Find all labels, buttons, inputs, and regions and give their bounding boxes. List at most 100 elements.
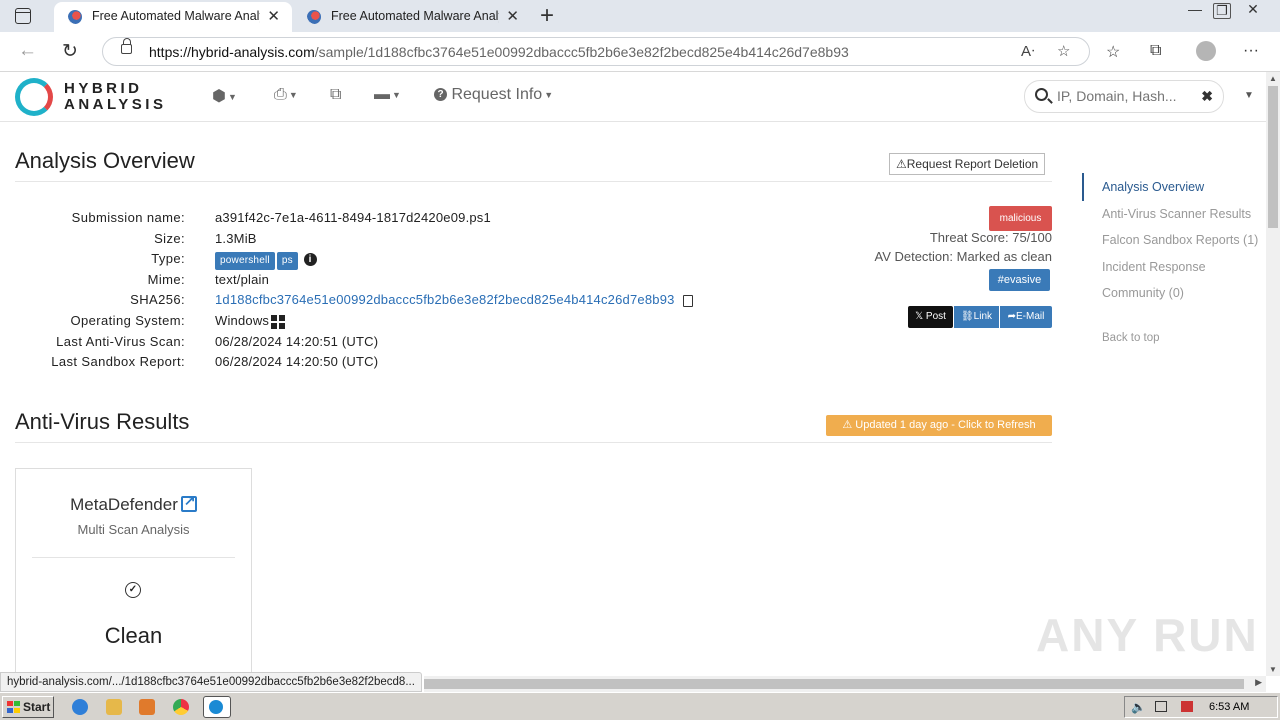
submission-name-value: a391f42c-7e1a-4611-8494-1817d2420e09.ps1 [215,210,491,225]
scroll-right-icon[interactable]: ▶ [1255,677,1262,688]
status-bar-url: hybrid-analysis.com/.../1d188cfbc3764e51… [0,672,422,692]
x-logo-icon: 𝕏 [915,311,924,322]
info-icon[interactable]: i [303,253,317,267]
evasive-tag[interactable]: #evasive [989,269,1050,291]
detail-label: Last Sandbox Report: [51,354,185,370]
copy-icon: ⧉ [330,86,342,103]
restore-button[interactable]: ❐ [1213,3,1231,19]
tab-2[interactable]: Free Automated Malware Analy ✕ [293,2,531,32]
url-text[interactable]: https://hybrid-analysis.com/sample/1d188… [149,44,849,60]
scrollbar-thumb[interactable] [424,679,1244,689]
back-to-top-link[interactable]: Back to top [1102,332,1160,344]
tab-actions-icon[interactable] [15,8,31,24]
detail-label: Size: [154,230,185,246]
search-input[interactable] [1057,88,1197,104]
close-tab-icon[interactable]: ✕ [267,7,280,25]
file-upload-icon: ⎙ [274,86,287,103]
clipboard-icon[interactable] [682,294,693,307]
sidebar-item-falcon-sandbox-reports[interactable]: Falcon Sandbox Reports (1) [1102,233,1258,247]
address-bar[interactable]: https://hybrid-analysis.com/sample/1d188… [102,37,1090,66]
network-icon[interactable] [1155,701,1167,712]
section-divider [15,442,1052,443]
chrome-icon[interactable] [173,699,189,715]
start-button[interactable]: Start [2,696,54,718]
site-header: HYBRID ANALYSIS ⬢ ▼ ⎙ ▼ ⧉ ▬ ▼ ? Request Inf… [0,72,1266,122]
type-badge[interactable]: ps [276,252,298,271]
folder-icon: ▬ [374,86,390,103]
external-link-icon[interactable] [180,492,197,512]
request-deletion-button[interactable]: ⚠Request Report Deletion [889,153,1046,175]
security-icon[interactable] [1181,701,1193,712]
site-logo[interactable]: HYBRID ANALYSIS [64,81,166,113]
request-info-menu[interactable]: ? Request Info ▼ [434,86,553,104]
scrollbar-thumb[interactable] [1268,86,1278,228]
add-favorite-icon[interactable]: ☆ [1057,42,1070,60]
folder-menu[interactable]: ▬ ▼ [374,86,401,104]
request-deletion-label: Request Report Deletion [906,157,1039,171]
refresh-icon[interactable]: ↻ [62,40,78,63]
analysis-overview-heading: Analysis Overview [15,148,195,173]
lock-icon[interactable] [121,38,132,54]
detail-label: Type: [151,251,185,267]
search-box: ✖ [1024,80,1224,113]
close-tab-icon[interactable]: ✕ [506,7,519,25]
collections-icon[interactable]: ⧉ [1150,42,1161,60]
av-engine-subtitle: Multi Scan Analysis [77,522,190,537]
av-result: Clean [104,623,163,648]
size-value: 1.3MiB [215,230,257,246]
new-tab-button[interactable]: + [540,2,554,30]
profile-avatar[interactable] [1196,41,1216,61]
search-icon[interactable] [1035,88,1048,101]
type-value: powershell ps i [215,249,317,271]
more-menu-icon[interactable]: ··· [1243,42,1259,60]
upload-menu[interactable]: ⎙ ▼ [274,86,298,104]
av-results-heading: Anti-Virus Results [15,409,190,434]
share-link-button[interactable]: ⛓Link [954,306,999,328]
section-divider [15,181,1052,182]
share-email-label: E-Mail [1016,311,1045,322]
sha256-link[interactable]: 1d188cfbc3764e51e00992dbaccc5fb2b6e3e82f… [215,292,675,307]
clear-search-icon[interactable]: ✖ [1201,88,1213,105]
share-link-label: Link [973,311,993,322]
refresh-label: Updated 1 day ago - Click to Refresh [855,419,1036,431]
av-detection: AV Detection: Marked as clean [874,249,1052,264]
sidebar-item-av-scanner-results[interactable]: Anti-Virus Scanner Results [1102,207,1251,221]
share-email-button[interactable]: ➦E-Mail [1000,306,1052,328]
sidebar-item-analysis-overview[interactable]: Analysis Overview [1102,180,1204,194]
page-scrollbar[interactable]: ▲ ▼ [1266,72,1280,676]
ie-icon[interactable] [72,699,88,715]
volume-icon[interactable]: 🔈 [1131,700,1146,714]
tab-1[interactable]: Free Automated Malware Analy ✕ [54,2,292,32]
question-icon: ? [434,88,447,102]
windows-flag-icon [7,701,20,713]
type-badge[interactable]: powershell [215,252,275,271]
read-aloud-icon[interactable]: Aᐧ [1021,42,1035,60]
logo-line-1: HYBRID [64,80,143,97]
horizontal-scrollbar[interactable]: ▶ [424,676,1266,692]
tab-title: Free Automated Malware Analy [92,9,260,23]
close-window-button[interactable]: ✕ [1244,2,1262,19]
sandbox-menu[interactable]: ⬢ ▼ [212,86,237,106]
scroll-down-icon[interactable]: ▼ [1269,665,1277,674]
warning-icon: ⚠ [842,419,853,431]
favorites-icon[interactable]: ☆ [1106,42,1120,62]
chevron-down-icon[interactable]: ▼ [1244,90,1254,101]
compare-button[interactable]: ⧉ [330,86,341,104]
minimize-button[interactable]: — [1186,2,1204,19]
metadefender-card: MetaDefender Multi Scan Analysis ✓ Clean [15,468,252,678]
system-tray: 🔈 6:53 AM [1124,696,1278,718]
refresh-button[interactable]: ⚠ Updated 1 day ago - Click to Refresh [826,415,1052,436]
watermark: ANY RUN [1036,609,1259,661]
link-icon: ⛓ [960,311,974,322]
mime-value: text/plain [215,271,270,287]
scroll-up-icon[interactable]: ▲ [1269,74,1277,83]
explorer-icon[interactable] [106,699,122,715]
tab-title: Free Automated Malware Analy [331,9,499,23]
back-arrow-icon[interactable]: ← [18,40,37,62]
media-player-icon[interactable] [139,699,155,715]
sidebar-item-incident-response[interactable]: Incident Response [1102,260,1206,274]
sidebar-item-community[interactable]: Community (0) [1102,286,1184,300]
logo-icon[interactable] [15,78,53,116]
share-x-button[interactable]: 𝕏 Post [908,306,953,328]
detail-label: Submission name: [71,210,185,225]
